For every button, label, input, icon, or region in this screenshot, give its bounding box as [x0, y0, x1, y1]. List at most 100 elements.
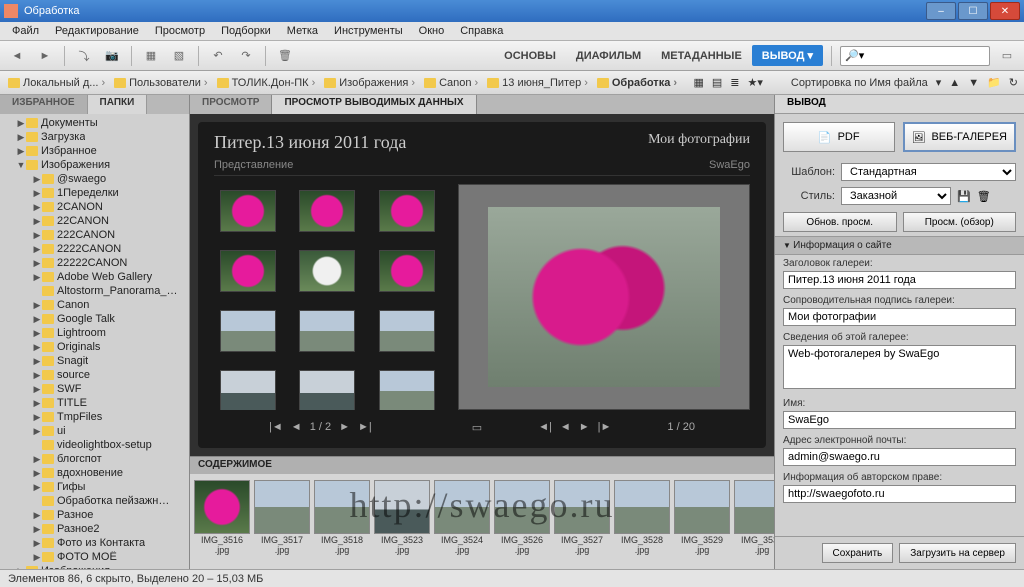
- menu-window[interactable]: Окно: [411, 25, 453, 37]
- menu-label[interactable]: Метка: [279, 25, 326, 37]
- tab-favorites[interactable]: ИЗБРАННОЕ: [0, 95, 88, 114]
- delete-style-icon[interactable]: 🗑: [977, 190, 991, 203]
- refine-icon[interactable]: ▦: [140, 45, 162, 67]
- tree-item[interactable]: Altostorm_Panorama_…: [0, 284, 189, 298]
- tree-item[interactable]: ▶Lightroom: [0, 326, 189, 340]
- template-select[interactable]: Стандартная: [841, 163, 1016, 181]
- save-button[interactable]: Сохранить: [822, 543, 894, 563]
- pdf-button[interactable]: 📄PDF: [783, 122, 895, 152]
- filmstrip-item[interactable]: IMG_3524.jpg: [434, 480, 490, 556]
- tree-item[interactable]: ▶Snagit: [0, 354, 189, 368]
- tree-item[interactable]: ▶блогспот: [0, 452, 189, 466]
- tree-item[interactable]: ▶Google Talk: [0, 312, 189, 326]
- refresh-preview-button[interactable]: Обнов. просм.: [783, 212, 897, 232]
- gallery-thumb[interactable]: [220, 250, 276, 292]
- tree-item[interactable]: ▶@swaego: [0, 172, 189, 186]
- first-page-icon[interactable]: |◄: [269, 421, 283, 433]
- crumb-date[interactable]: 13 июня_Питер›: [485, 77, 593, 89]
- style-select[interactable]: Заказной: [841, 187, 951, 205]
- next-icon[interactable]: ►: [579, 421, 590, 433]
- filmstrip-item[interactable]: IMG_3516.jpg: [194, 480, 250, 556]
- site-info-section[interactable]: Информация о сайте: [775, 236, 1024, 255]
- filmstrip[interactable]: http://swaego.ru IMG_3516.jpgIMG_3517.jp…: [190, 474, 774, 569]
- gallery-thumb[interactable]: [220, 310, 276, 352]
- filmstrip-item[interactable]: IMG_3527.jpg: [554, 480, 610, 556]
- close-button[interactable]: ✕: [990, 2, 1020, 20]
- web-gallery-button[interactable]: 🖼ВЕБ-ГАЛЕРЕЯ: [903, 122, 1017, 152]
- tree-item[interactable]: ▶222CANON: [0, 228, 189, 242]
- mode-output[interactable]: ВЫВОД ▾: [752, 45, 823, 66]
- tree-item[interactable]: ▶Фото из Контакта: [0, 536, 189, 550]
- tree-item[interactable]: ▶source: [0, 368, 189, 382]
- sort-label[interactable]: Сортировка по Имя файла: [791, 77, 928, 89]
- tree-item[interactable]: Обработка пейзажн…: [0, 494, 189, 508]
- tree-item[interactable]: ▼Изображения: [0, 158, 189, 172]
- tree-item[interactable]: ▶ui: [0, 424, 189, 438]
- gallery-thumb[interactable]: [299, 370, 355, 410]
- tree-item[interactable]: ▶Canon: [0, 298, 189, 312]
- gallery-thumb[interactable]: [379, 250, 435, 292]
- gallery-title-input[interactable]: [783, 271, 1016, 289]
- tab-folders[interactable]: ПАПКИ: [88, 95, 148, 114]
- menu-view[interactable]: Просмотр: [147, 25, 213, 37]
- menu-file[interactable]: Файл: [4, 25, 47, 37]
- minimize-button[interactable]: –: [926, 2, 956, 20]
- compact-icon[interactable]: ▭: [996, 45, 1018, 67]
- filmstrip-item[interactable]: IMG_3526.jpg: [494, 480, 550, 556]
- trash-icon[interactable]: 🗑: [274, 45, 296, 67]
- view-list-icon[interactable]: ≣: [730, 76, 739, 89]
- tree-item[interactable]: ▶22222CANON: [0, 256, 189, 270]
- reveal-icon[interactable]: ⤵: [73, 45, 95, 67]
- mode-metadata[interactable]: МЕТАДАННЫЕ: [651, 46, 752, 66]
- crumb-users[interactable]: Пользователи›: [112, 77, 212, 89]
- crumb-disk[interactable]: Локальный д...›: [6, 77, 110, 89]
- filmstrip-item[interactable]: IMG_3517.jpg: [254, 480, 310, 556]
- browse-preview-button[interactable]: Просм. (обзор): [903, 212, 1017, 232]
- about-textarea[interactable]: Web-фотогалерея by SwaEgo: [783, 345, 1016, 389]
- view-details-icon[interactable]: ▤: [712, 76, 722, 89]
- filmstrip-item[interactable]: IMG_3523.jpg: [374, 480, 430, 556]
- tree-item[interactable]: ▶ФОТО МОЁ: [0, 550, 189, 564]
- prev-image-icon[interactable]: ◄|: [538, 421, 552, 433]
- star-filter-icon[interactable]: ★▾: [747, 76, 762, 89]
- gallery-thumb[interactable]: [299, 190, 355, 232]
- tree-item[interactable]: ▶Разное2: [0, 522, 189, 536]
- tree-item[interactable]: ▶Избранное: [0, 144, 189, 158]
- name-input[interactable]: [783, 411, 1016, 429]
- rotate-cw-icon[interactable]: ↷: [235, 45, 257, 67]
- tree-item[interactable]: ▶Adobe Web Gallery: [0, 270, 189, 284]
- copyright-input[interactable]: [783, 485, 1016, 503]
- rotate-ccw-icon[interactable]: ↶: [207, 45, 229, 67]
- gallery-thumb[interactable]: [379, 190, 435, 232]
- filter-icon[interactable]: ▼: [968, 77, 979, 89]
- tree-item[interactable]: ▶2CANON: [0, 200, 189, 214]
- menu-stacks[interactable]: Подборки: [213, 25, 279, 37]
- tree-item[interactable]: ▶TITLE: [0, 396, 189, 410]
- forward-button[interactable]: ►: [34, 45, 56, 67]
- filmstrip-item[interactable]: IMG_3530.jpg: [734, 480, 774, 556]
- filmstrip-item[interactable]: IMG_3518.jpg: [314, 480, 370, 556]
- gallery-thumb[interactable]: [379, 370, 435, 410]
- tree-item[interactable]: ▶Документы: [0, 116, 189, 130]
- next-page-icon[interactable]: ►: [339, 421, 350, 433]
- last-page-icon[interactable]: ►|: [358, 421, 372, 433]
- save-style-icon[interactable]: 💾: [957, 190, 971, 203]
- tree-item[interactable]: ▶1Переделки: [0, 186, 189, 200]
- sort-asc-icon[interactable]: ▲: [949, 77, 960, 89]
- crumb-pictures[interactable]: Изображения›: [322, 77, 420, 89]
- tree-item[interactable]: ▶TmpFiles: [0, 410, 189, 424]
- menu-help[interactable]: Справка: [452, 25, 511, 37]
- upload-button[interactable]: Загрузить на сервер: [899, 543, 1016, 563]
- tree-item[interactable]: ▶Разное: [0, 508, 189, 522]
- open-icon[interactable]: ▧: [168, 45, 190, 67]
- new-folder-icon[interactable]: 📁: [987, 76, 1001, 89]
- prev-icon[interactable]: ◄: [560, 421, 571, 433]
- tree-item[interactable]: ▶Загрузка: [0, 130, 189, 144]
- crumb-user[interactable]: ТОЛИК.Дон-ПК›: [215, 77, 321, 89]
- tree-item[interactable]: videolightbox-setup: [0, 438, 189, 452]
- gallery-thumb[interactable]: [299, 310, 355, 352]
- gallery-thumb[interactable]: [379, 310, 435, 352]
- tree-item[interactable]: ▶Гифы: [0, 480, 189, 494]
- back-button[interactable]: ◄: [6, 45, 28, 67]
- tree-item[interactable]: ▶SWF: [0, 382, 189, 396]
